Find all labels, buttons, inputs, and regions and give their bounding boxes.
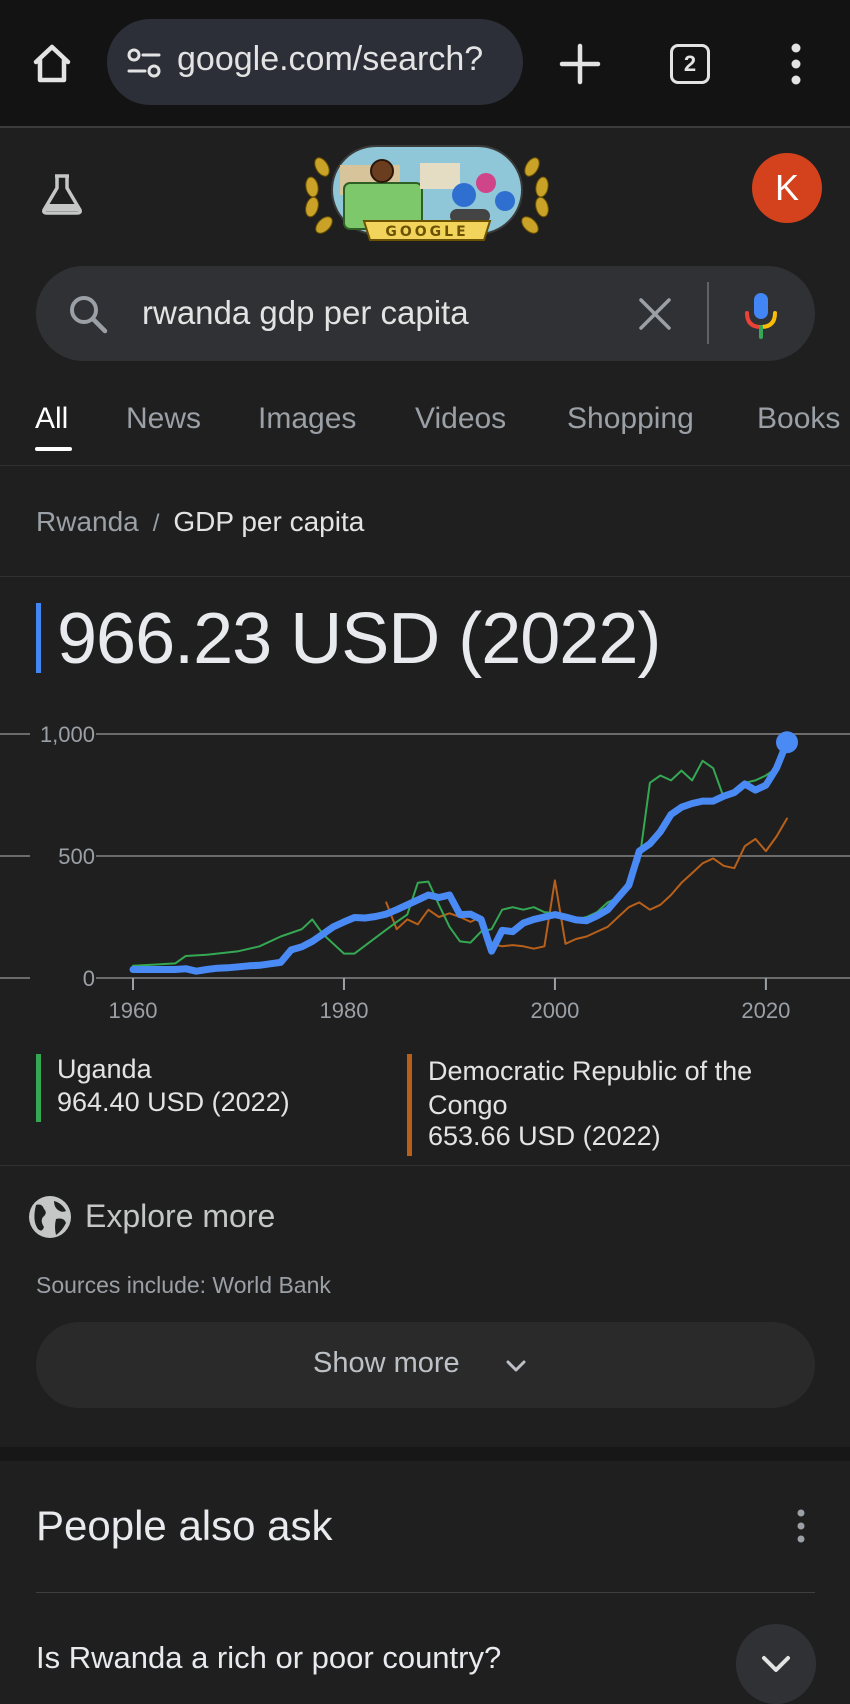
breadcrumb: Rwanda / GDP per capita (36, 506, 364, 538)
labs-flask-icon[interactable] (38, 170, 86, 218)
tab-shopping[interactable]: Shopping (567, 402, 694, 436)
url-text[interactable]: google.com/search? (177, 40, 483, 79)
tab-books[interactable]: Books (757, 402, 840, 436)
show-more-label[interactable]: Show more (313, 1347, 460, 1380)
headline-value: 966.23 USD (2022) (57, 599, 661, 679)
breadcrumb-metric: GDP per capita (173, 506, 365, 537)
plus-icon[interactable] (558, 42, 602, 86)
y-tick-label: 1,000 (40, 722, 95, 747)
tab-news[interactable]: News (126, 402, 201, 436)
home-icon[interactable] (28, 40, 76, 88)
search-tabs: All News Images Videos Shopping Books (0, 390, 850, 460)
drc-legend-name[interactable]: Democratic Republic of the Congo (428, 1054, 758, 1122)
divider (36, 1592, 815, 1593)
x-tick-label: 1980 (319, 998, 368, 1023)
doodle-banner-text: GOOGLE (385, 224, 468, 240)
search-icon (70, 296, 108, 334)
microphone-icon[interactable] (741, 291, 781, 339)
uganda-series-line (132, 741, 788, 967)
uganda-legend-value: 964.40 USD (2022) (57, 1087, 290, 1117)
rwanda-series-marker (36, 603, 41, 673)
breadcrumb-country[interactable]: Rwanda (36, 506, 139, 537)
sources-text: Sources include: World Bank (36, 1272, 331, 1298)
tab-all[interactable]: All (35, 402, 68, 436)
globe-icon[interactable] (26, 1193, 74, 1241)
paa-question[interactable]: Is Rwanda a rich or poor country? (36, 1640, 501, 1676)
y-tick-label: 0 (83, 966, 95, 991)
uganda-legend-swatch (36, 1054, 41, 1122)
x-tick-label: 2000 (530, 998, 579, 1023)
rwanda-latest-point (776, 731, 798, 754)
drc-series-line (385, 817, 788, 950)
chevron-down-icon[interactable] (502, 1352, 530, 1380)
uganda-legend-name[interactable]: Uganda (57, 1054, 152, 1085)
tab-switcher-button[interactable]: 2 (670, 44, 710, 84)
tab-videos[interactable]: Videos (415, 402, 506, 436)
clear-icon[interactable] (637, 296, 673, 332)
x-tick-label: 2020 (741, 998, 790, 1023)
people-also-ask-title: People also ask (36, 1502, 333, 1549)
divider (0, 465, 850, 466)
active-tab-indicator (35, 447, 72, 451)
section-separator (0, 1447, 850, 1461)
google-doodle[interactable]: GOOGLE (300, 143, 554, 249)
drc-legend-swatch (407, 1054, 412, 1156)
divider (0, 576, 850, 577)
expand-chevron-icon[interactable] (736, 1624, 816, 1704)
y-tick-label: 500 (58, 844, 95, 869)
more-vert-icon[interactable] (790, 1508, 812, 1544)
search-divider (707, 282, 709, 344)
breadcrumb-separator: / (152, 510, 160, 537)
search-input[interactable]: rwanda gdp per capita (142, 294, 469, 332)
tune-icon[interactable] (125, 46, 165, 80)
tab-images[interactable]: Images (258, 402, 356, 436)
explore-more-link[interactable]: Explore more (85, 1198, 275, 1235)
divider (0, 1165, 850, 1166)
drc-legend-value: 653.66 USD (2022) (428, 1121, 661, 1151)
more-vert-icon[interactable] (781, 42, 811, 86)
account-avatar[interactable]: K (752, 153, 822, 223)
gdp-chart[interactable]: 1,000 500 0 1960 1980 2000 2020 (0, 710, 850, 1040)
x-tick-label: 1960 (109, 998, 158, 1023)
